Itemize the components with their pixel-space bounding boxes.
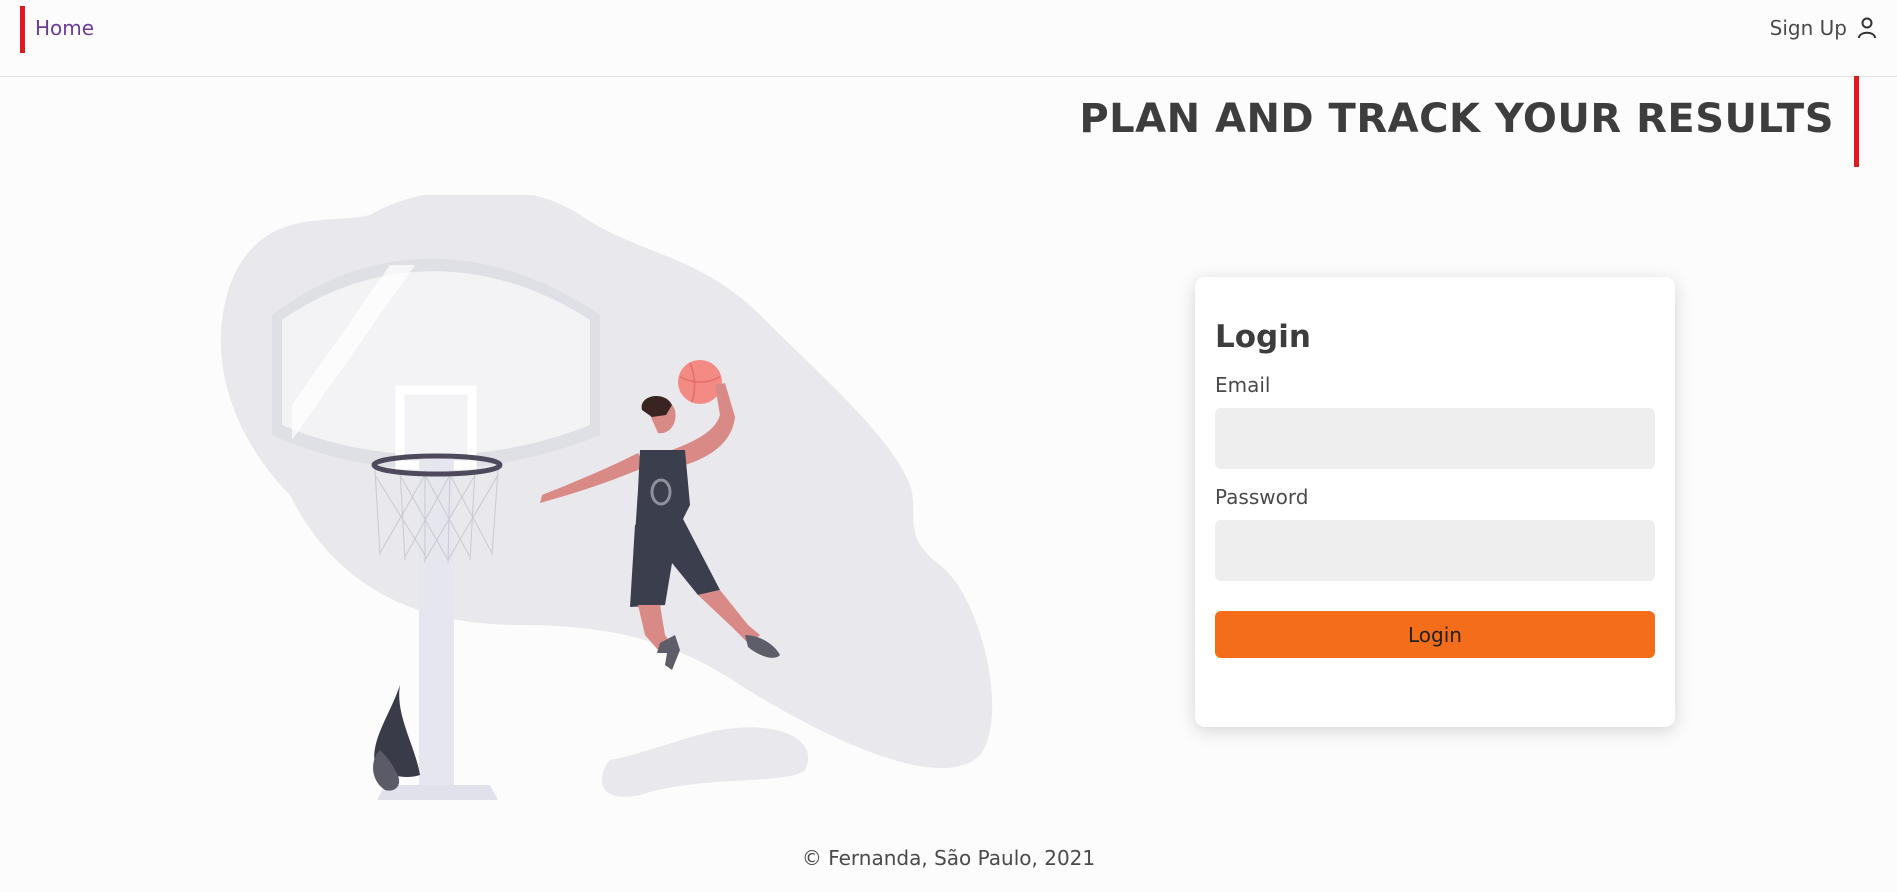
signup-label: Sign Up [1769, 16, 1847, 40]
top-navbar: Home Sign Up [0, 0, 1897, 77]
login-button[interactable]: Login [1215, 611, 1655, 658]
home-link[interactable]: Home [35, 16, 94, 40]
email-label: Email [1215, 373, 1271, 397]
login-card: Login Email Password Login [1195, 277, 1675, 727]
email-field[interactable] [1215, 408, 1655, 469]
headline-accent-bar [1854, 76, 1859, 167]
ground-shadow [601, 727, 809, 797]
password-label: Password [1215, 485, 1309, 509]
password-field[interactable] [1215, 520, 1655, 581]
page-headline: PLAN AND TRACK YOUR RESULTS [1079, 96, 1834, 142]
user-icon [1858, 17, 1876, 39]
basketball-illustration [220, 195, 993, 800]
signup-link[interactable]: Sign Up [1770, 16, 1877, 40]
home-accent-bar [20, 6, 25, 53]
login-title: Login [1215, 319, 1311, 355]
footer-copyright: © Fernanda, São Paulo, 2021 [801, 846, 1096, 870]
